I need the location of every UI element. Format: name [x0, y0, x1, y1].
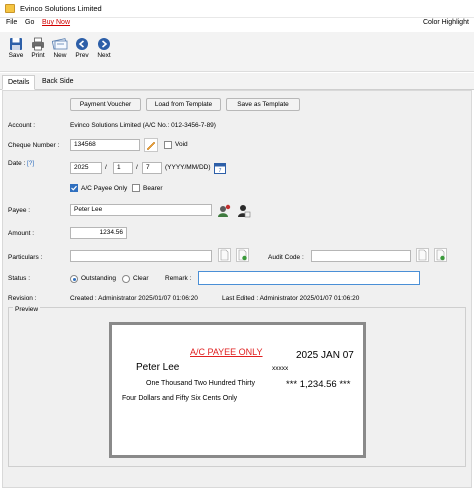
print-button[interactable]: Print: [27, 35, 49, 68]
address-book-icon: [218, 204, 231, 217]
save-template-button[interactable]: Save as Template: [226, 98, 300, 111]
particulars-add-button[interactable]: [236, 248, 249, 262]
cheque-xxxxx: xxxxx: [272, 365, 289, 372]
prev-label: Prev: [75, 52, 89, 59]
svg-text:7: 7: [219, 168, 222, 174]
preview-legend: Preview: [13, 306, 41, 313]
save-button[interactable]: Save: [5, 35, 27, 68]
next-button[interactable]: Next: [93, 35, 115, 68]
menu-file[interactable]: File: [6, 19, 17, 26]
bearer-label: Bearer: [143, 185, 163, 192]
payee-book-button[interactable]: [217, 203, 232, 218]
amount-label: Amount :: [8, 230, 35, 237]
pencil-icon: [144, 138, 158, 152]
print-label: Print: [31, 52, 45, 59]
status-label: Status :: [8, 275, 31, 282]
new-button[interactable]: New: [49, 35, 71, 68]
tab-bar: Details Back Side: [0, 73, 474, 90]
particulars-input[interactable]: [70, 250, 212, 262]
audit-code-label: Audit Code :: [268, 254, 304, 261]
toolbar: Save Print New Prev Next: [0, 32, 474, 72]
cheque-number-input[interactable]: 134568: [70, 139, 140, 151]
status-outstanding-radio[interactable]: [70, 275, 78, 283]
date-year-input[interactable]: 2025: [70, 162, 102, 174]
title-bar: Evinco Solutions Limited: [0, 0, 474, 18]
window-title: Evinco Solutions Limited: [20, 4, 102, 13]
check-icon: [71, 185, 77, 191]
printer-icon: [32, 37, 44, 51]
cheque-ac-payee: A/C PAYEE ONLY: [190, 347, 263, 357]
add-document-icon: [436, 249, 445, 261]
date-help-link[interactable]: [?]: [27, 160, 34, 167]
particulars-browse-button[interactable]: [218, 248, 231, 262]
particulars-label: Particulars :: [8, 254, 43, 261]
date-separator-2: /: [136, 164, 138, 171]
date-format-hint: (YYYY/MM/DD): [165, 164, 211, 171]
audit-code-input[interactable]: [311, 250, 411, 262]
created-info: Created : Administrator 2025/01/07 01:06…: [70, 295, 198, 302]
audit-code-browse-button[interactable]: [416, 248, 429, 262]
amount-input[interactable]: 1234.56: [70, 227, 127, 239]
menu-go[interactable]: Go: [25, 19, 34, 26]
last-edited-info: Last Edited : Administrator 2025/01/07 0…: [222, 295, 360, 302]
ac-payee-label: A/C Payee Only: [81, 185, 128, 192]
void-label: Void: [175, 141, 188, 148]
status-clear-radio[interactable]: [122, 275, 130, 283]
next-label: Next: [97, 52, 111, 59]
document-icon: [418, 249, 427, 261]
save-label: Save: [8, 52, 24, 59]
cheque-payee: Peter Lee: [136, 362, 180, 373]
ac-payee-checkbox[interactable]: [70, 184, 78, 192]
color-highlight-link[interactable]: Color Highlight: [423, 19, 469, 26]
date-day-input[interactable]: 7: [142, 162, 162, 174]
cheque-preview: A/C PAYEE ONLY 2025 JAN 07 Peter Lee xxx…: [109, 322, 366, 458]
app-icon: [5, 4, 15, 13]
menu-buy-now[interactable]: Buy Now: [42, 19, 70, 26]
calendar-button[interactable]: 7: [214, 162, 226, 174]
bearer-checkbox[interactable]: [132, 184, 140, 192]
cheque-amount: *** 1,234.56 ***: [286, 379, 351, 390]
prev-arrow-icon: [76, 38, 88, 50]
status-outstanding-label: Outstanding: [81, 275, 117, 282]
document-icon: [220, 249, 229, 261]
account-value: Evinco Solutions Limited (A/C No.: 012-3…: [70, 122, 216, 129]
revision-label: Revision :: [8, 295, 37, 302]
cheque-words-line2: Four Dollars and Fifty Six Cents Only: [122, 395, 238, 402]
load-template-button[interactable]: Load from Template: [146, 98, 221, 111]
account-label: Account :: [8, 122, 36, 129]
edit-pencil-button[interactable]: [144, 138, 158, 152]
person-search-icon: [238, 205, 251, 218]
cheque-words-line1: One Thousand Two Hundred Thirty: [146, 380, 255, 387]
payee-input[interactable]: Peter Lee: [70, 204, 212, 216]
payee-lookup-button[interactable]: [236, 203, 251, 218]
date-label: Date :: [8, 160, 26, 167]
tab-details[interactable]: Details: [2, 75, 36, 90]
void-checkbox[interactable]: [164, 141, 172, 149]
date-month-input[interactable]: 1: [113, 162, 133, 174]
add-document-icon: [238, 249, 247, 261]
remark-input[interactable]: [198, 271, 420, 285]
calendar-icon: 7: [214, 163, 226, 174]
tab-back-side[interactable]: Back Side: [37, 75, 79, 90]
save-icon: [10, 38, 22, 50]
new-label: New: [53, 52, 67, 59]
remark-label: Remark :: [165, 275, 192, 282]
status-clear-label: Clear: [133, 275, 149, 282]
new-cheque-icon: [52, 38, 68, 50]
prev-button[interactable]: Prev: [71, 35, 93, 68]
payee-label: Payee :: [8, 207, 31, 214]
date-separator-1: /: [105, 164, 107, 171]
next-arrow-icon: [98, 38, 110, 50]
cheque-date: 2025 JAN 07: [296, 350, 354, 361]
audit-code-add-button[interactable]: [434, 248, 447, 262]
cheque-number-label: Cheque Number :: [8, 142, 60, 149]
payment-voucher-button[interactable]: Payment Voucher: [70, 98, 141, 111]
menu-bar: File Go Buy Now Color Highlight: [0, 18, 474, 30]
